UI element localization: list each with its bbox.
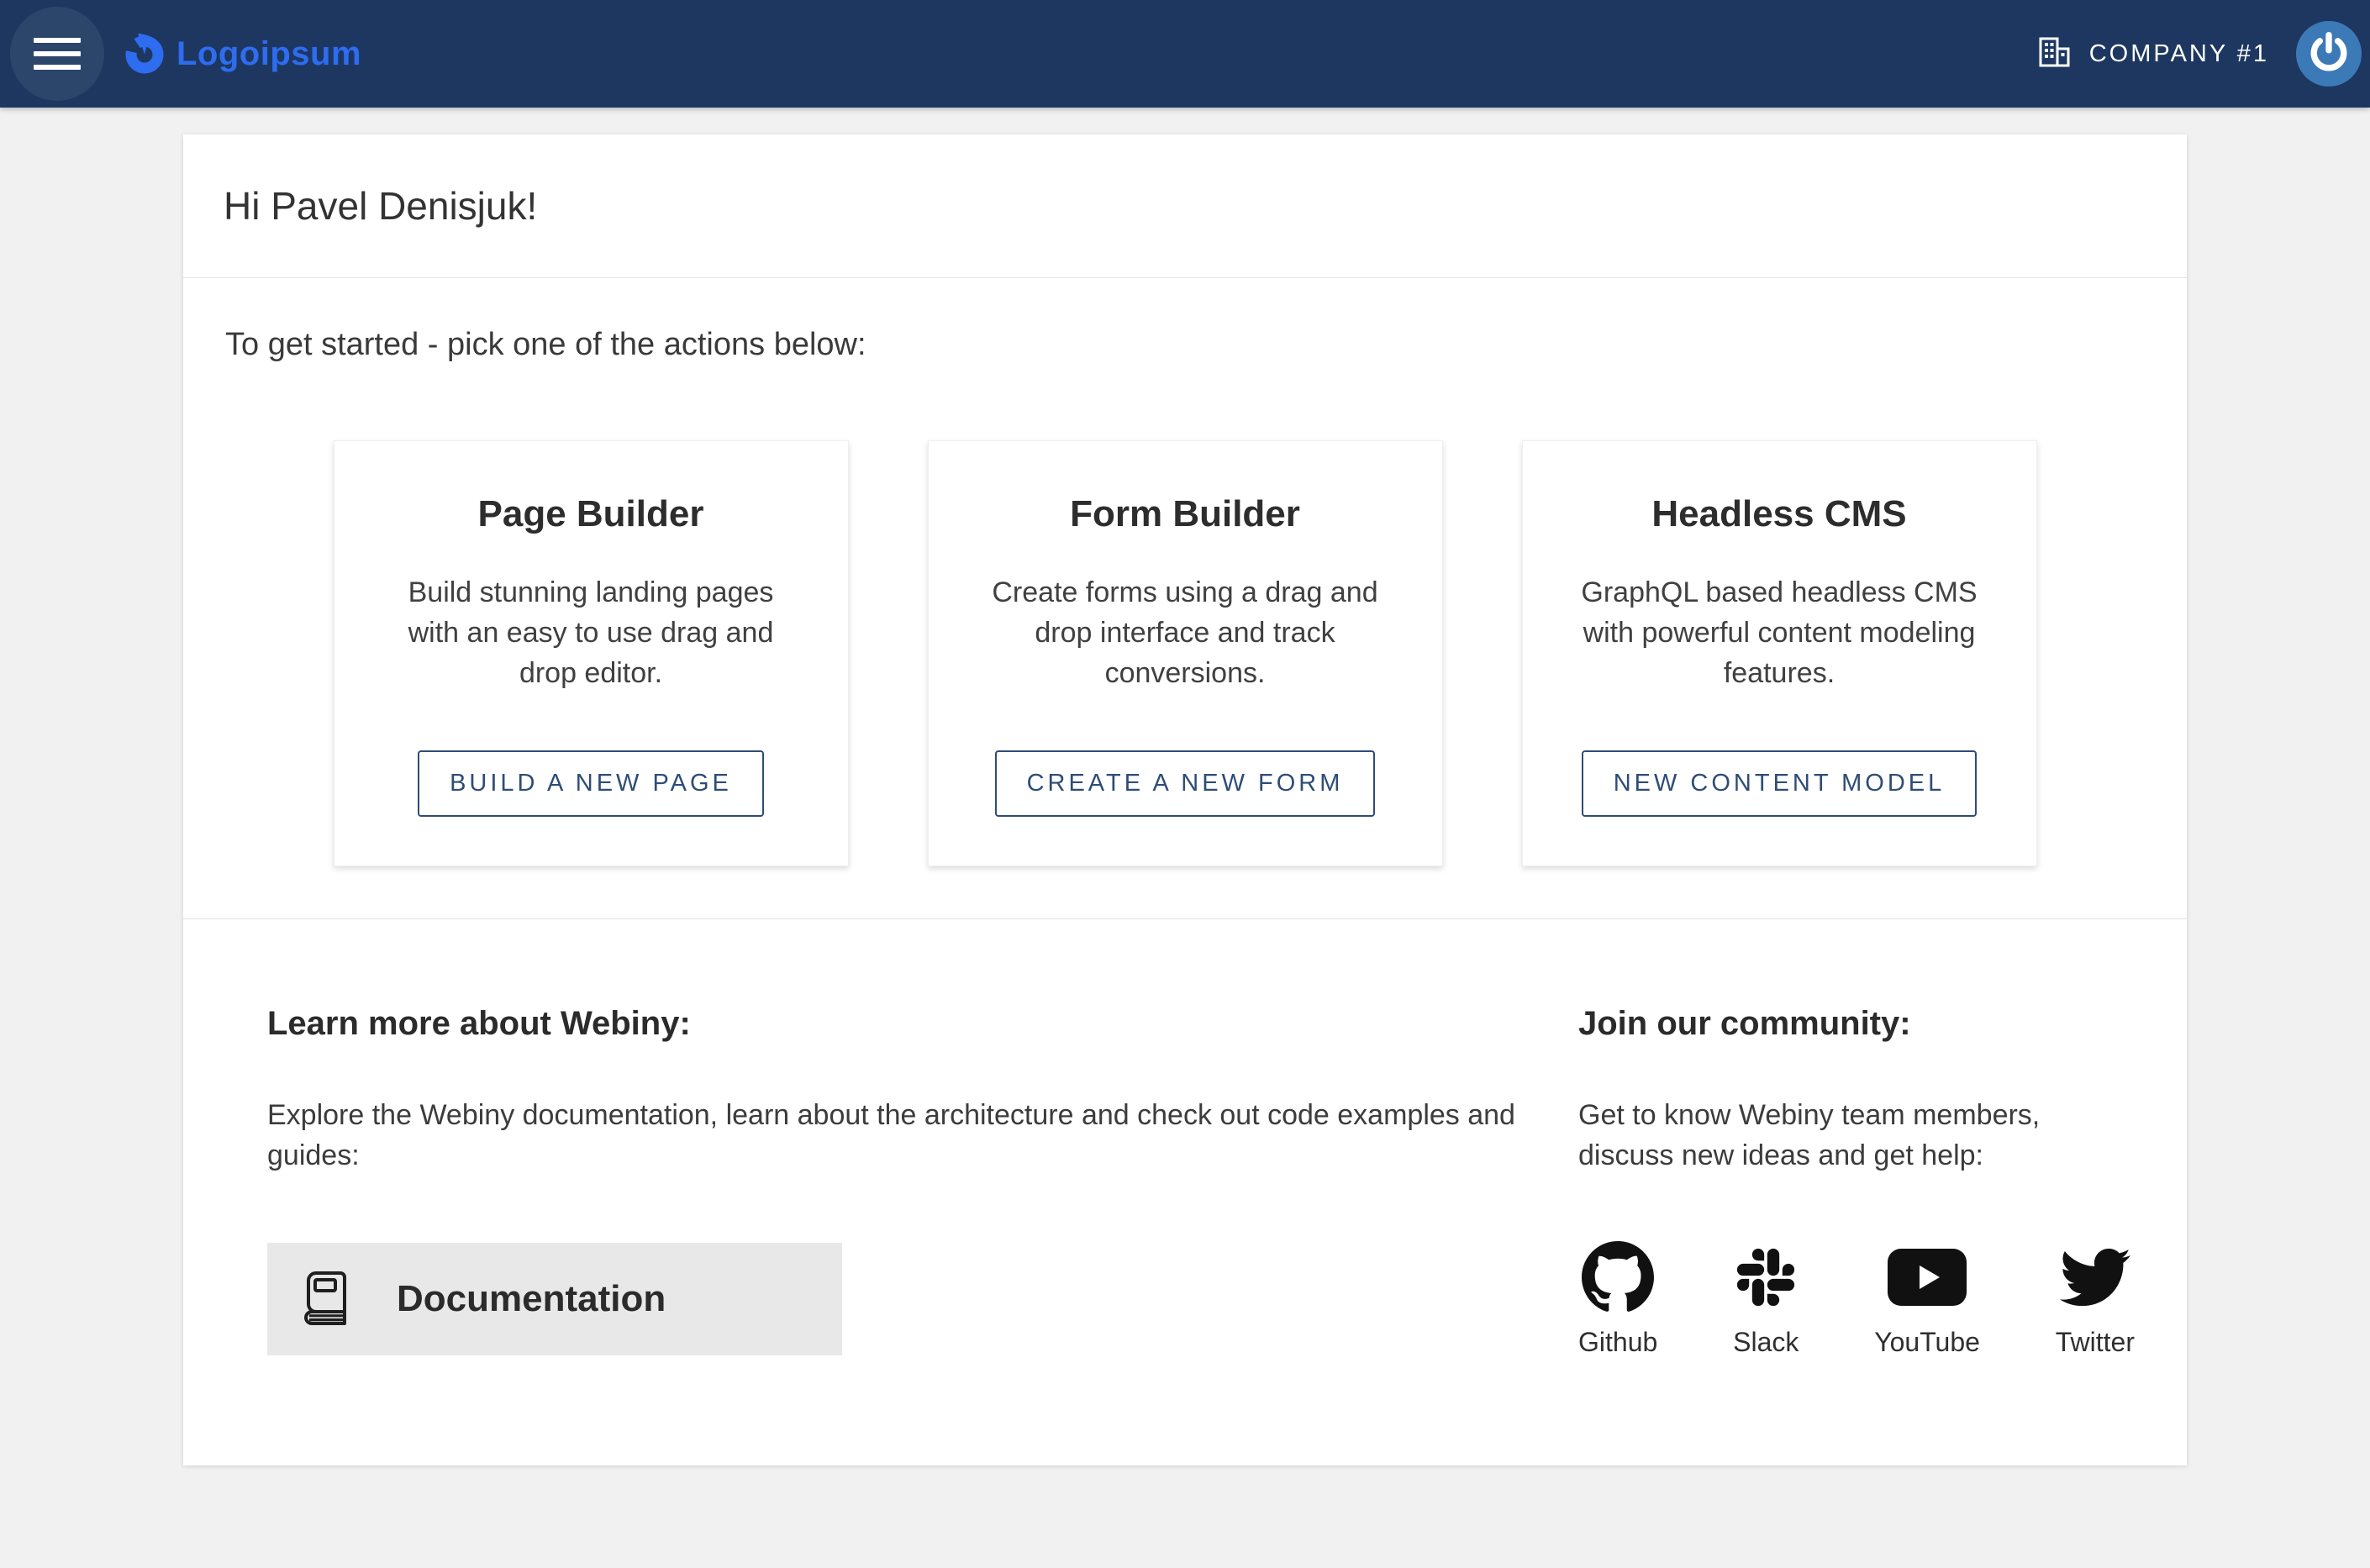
twitter-icon — [2060, 1241, 2130, 1313]
youtube-link[interactable]: YouTube — [1874, 1241, 1980, 1358]
logo-text: Logoipsum — [176, 35, 361, 73]
create-new-form-button[interactable]: CREATE A NEW FORM — [995, 750, 1376, 817]
action-card-description: GraphQL based headless CMS with powerful… — [1575, 572, 1983, 693]
footer-section: Learn more about Webiny: Explore the Web… — [183, 919, 2187, 1465]
documentation-label: Documentation — [397, 1278, 666, 1320]
greeting-section: Hi Pavel Denisjuk! — [183, 134, 2187, 278]
youtube-icon — [1888, 1241, 1967, 1313]
twitter-label: Twitter — [2056, 1327, 2135, 1358]
navbar-left: Logoipsum — [0, 7, 361, 101]
main-card: Hi Pavel Denisjuk! To get started - pick… — [183, 134, 2187, 1465]
social-links-row: Github Slack — [1578, 1241, 2135, 1358]
book-icon — [296, 1266, 360, 1333]
power-icon — [2307, 30, 2351, 78]
slack-label: Slack — [1733, 1327, 1799, 1358]
learn-more-heading: Learn more about Webiny: — [267, 1005, 1578, 1043]
action-card-page-builder: Page Builder Build stunning landing page… — [334, 440, 849, 866]
get-started-section: To get started - pick one of the actions… — [183, 278, 2187, 919]
github-icon — [1582, 1241, 1654, 1313]
avatar[interactable] — [2296, 21, 2362, 87]
slack-icon — [1733, 1241, 1799, 1313]
action-card-headless-cms: Headless CMS GraphQL based headless CMS … — [1522, 440, 2037, 866]
page-title: Hi Pavel Denisjuk! — [224, 183, 2146, 229]
action-card-title: Page Builder — [478, 493, 704, 535]
community-heading: Join our community: — [1578, 1005, 2146, 1043]
action-card-title: Form Builder — [1070, 493, 1300, 535]
build-new-page-button[interactable]: BUILD A NEW PAGE — [418, 750, 764, 817]
get-started-intro: To get started - pick one of the actions… — [225, 327, 2146, 363]
github-link[interactable]: Github — [1578, 1241, 1657, 1358]
action-card-description: Build stunning landing pages with an eas… — [387, 572, 795, 693]
action-card-title: Headless CMS — [1651, 493, 1906, 535]
github-label: Github — [1578, 1327, 1657, 1358]
youtube-label: YouTube — [1874, 1327, 1980, 1358]
building-icon — [2039, 37, 2071, 71]
company-label: COMPANY #1 — [2089, 40, 2269, 68]
action-card-form-builder: Form Builder Create forms using a drag a… — [928, 440, 1443, 866]
community-paragraph: Get to know Webiny team members, discuss… — [1578, 1095, 2133, 1176]
hamburger-icon — [34, 51, 81, 56]
documentation-button[interactable]: Documentation — [267, 1243, 842, 1355]
logoipsum-ring-icon — [124, 34, 165, 74]
logo[interactable]: Logoipsum — [124, 34, 361, 74]
learn-more-paragraph: Explore the Webiny documentation, learn … — [267, 1095, 1578, 1176]
action-cards-row: Page Builder Build stunning landing page… — [224, 440, 2146, 866]
company-switcher[interactable]: COMPANY #1 — [2039, 37, 2269, 71]
hamburger-icon — [34, 65, 81, 70]
top-navbar: Logoipsum C — [0, 0, 2370, 108]
learn-more-column: Learn more about Webiny: Explore the Web… — [267, 1005, 1578, 1358]
twitter-link[interactable]: Twitter — [2056, 1241, 2135, 1358]
slack-link[interactable]: Slack — [1733, 1241, 1799, 1358]
hamburger-icon — [34, 38, 81, 43]
action-card-description: Create forms using a drag and drop inter… — [981, 572, 1389, 693]
page: Logoipsum C — [0, 0, 2370, 1465]
menu-button[interactable] — [10, 7, 104, 101]
community-column: Join our community: Get to know Webiny t… — [1578, 1005, 2146, 1358]
new-content-model-button[interactable]: NEW CONTENT MODEL — [1582, 750, 1978, 817]
navbar-right: COMPANY #1 — [2039, 21, 2362, 87]
